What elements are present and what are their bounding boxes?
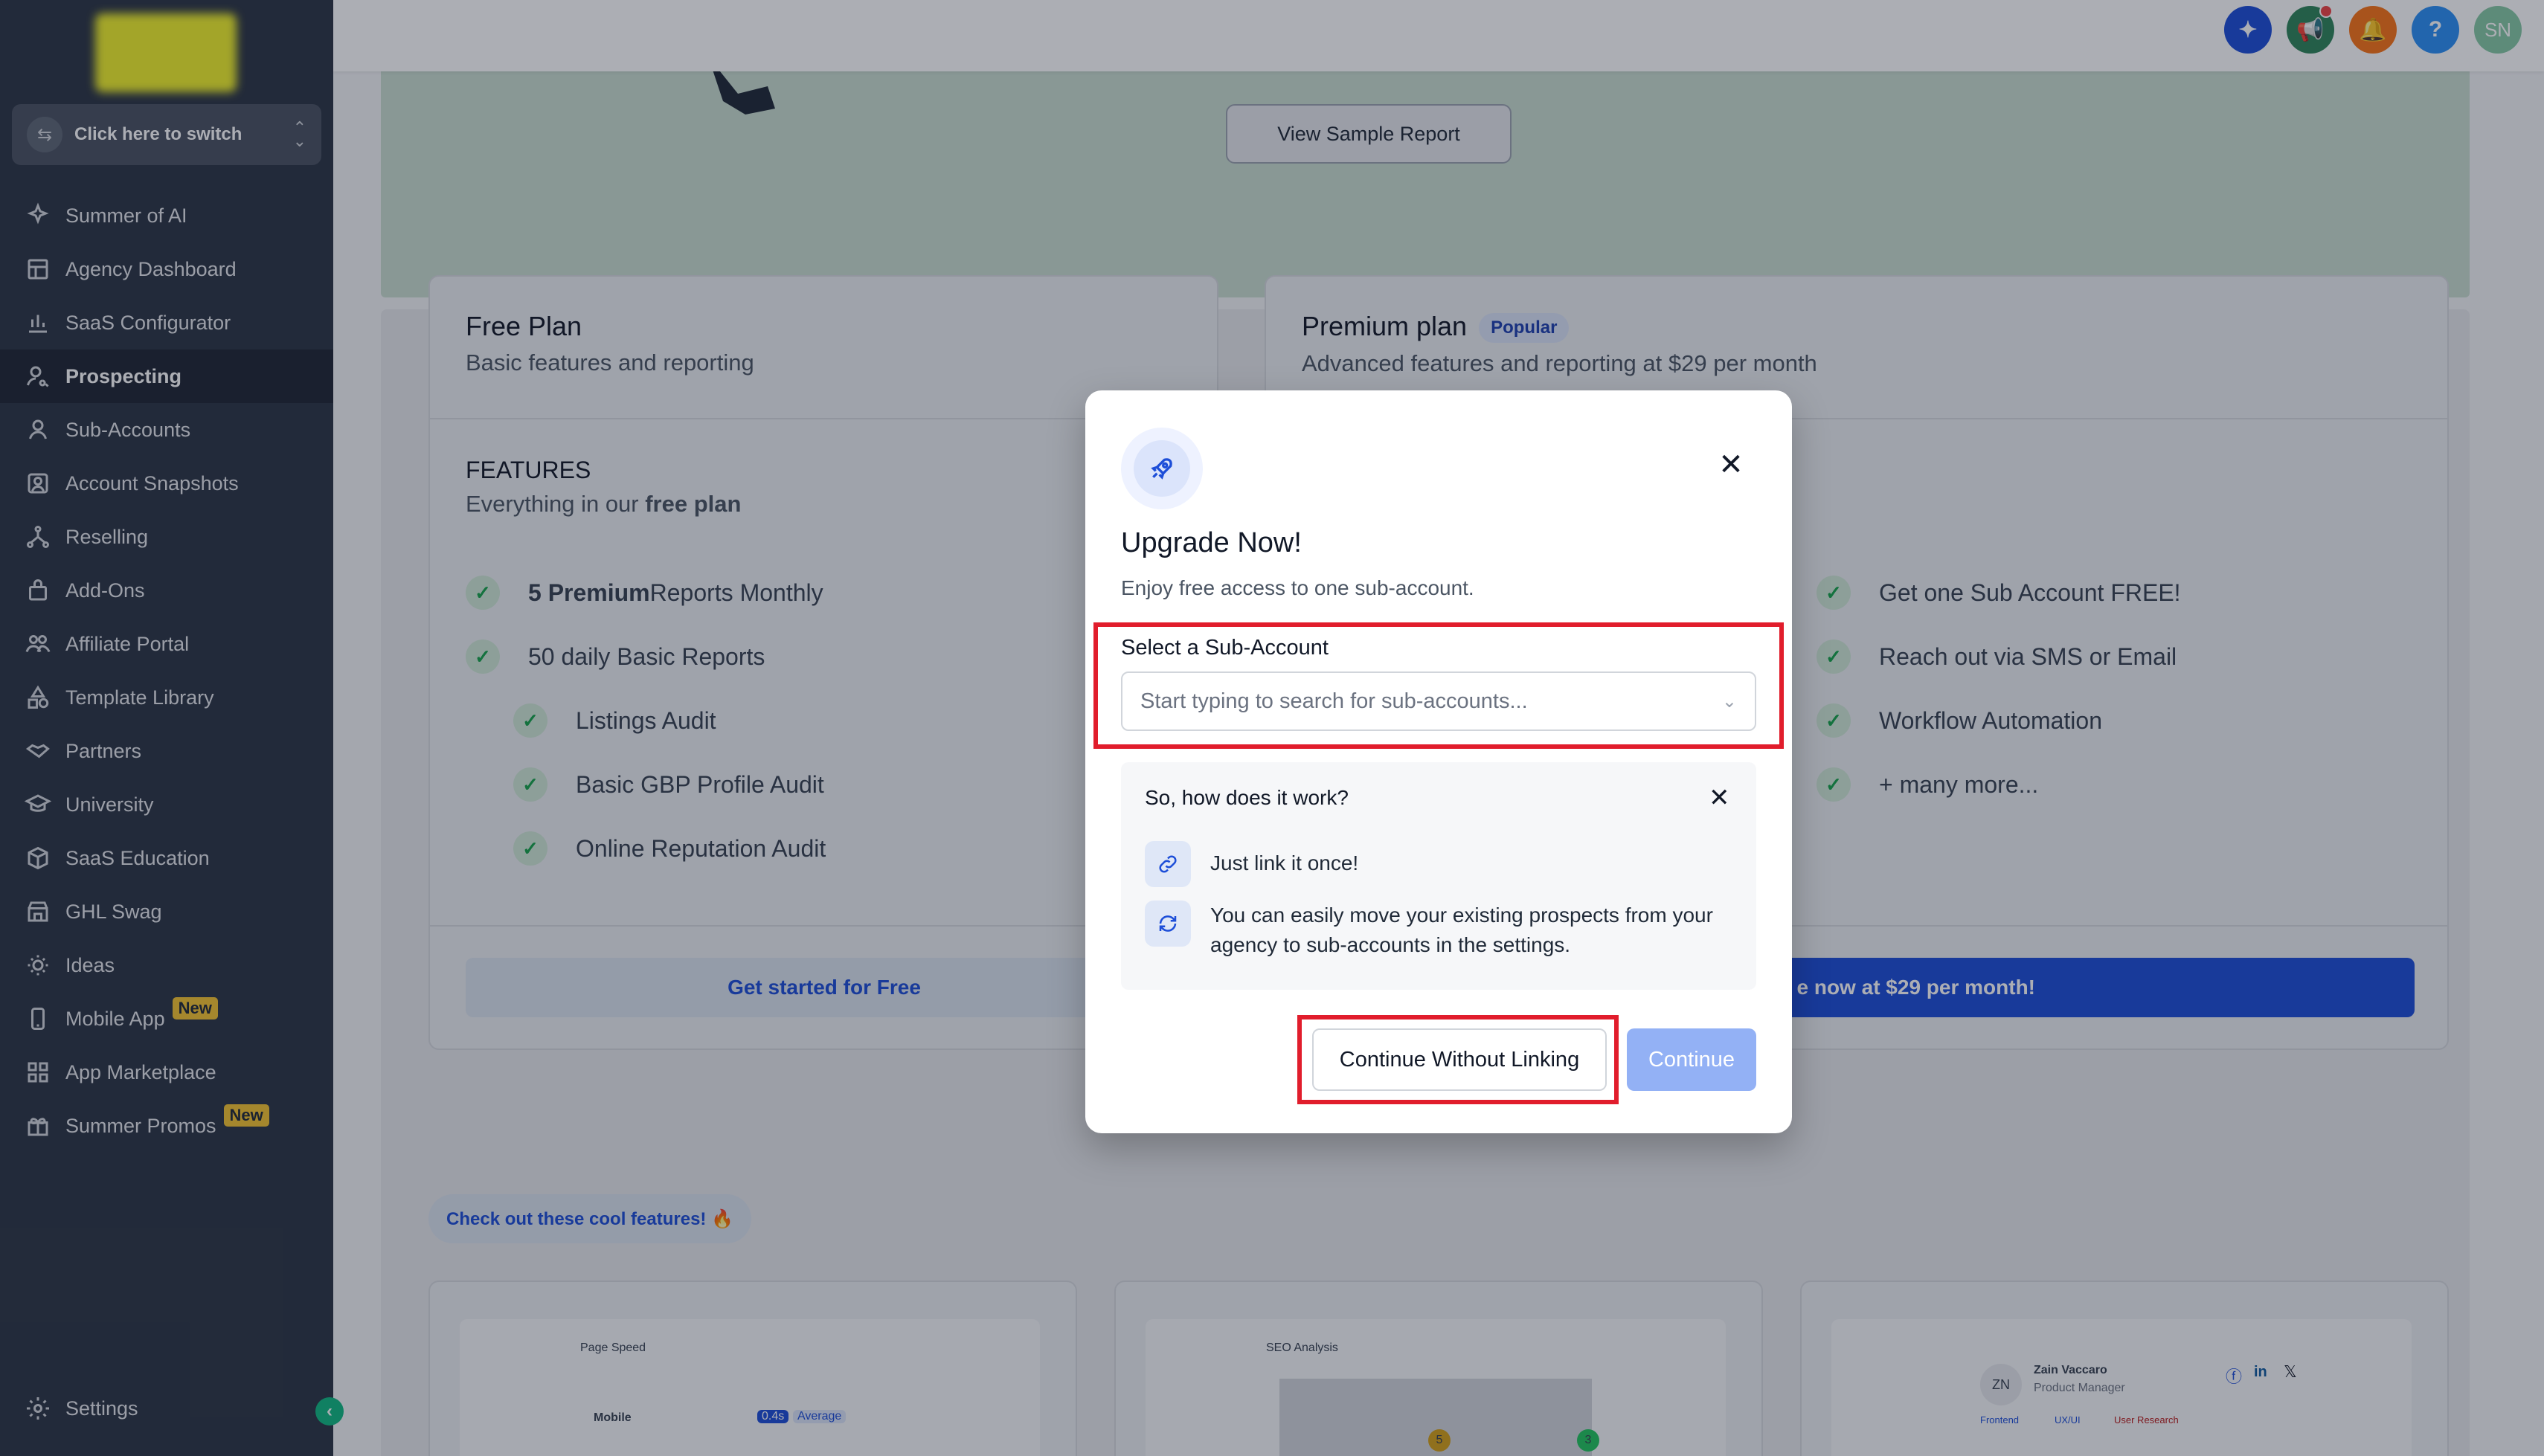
how-it-works-row: You can easily move your existing prospe… (1145, 901, 1731, 960)
close-icon: ✕ (1709, 784, 1730, 812)
how-it-works-row: Just link it once! (1145, 841, 1358, 887)
continue-button[interactable]: Continue (1627, 1028, 1756, 1091)
close-how-it-works-button[interactable]: ✕ (1709, 783, 1730, 813)
how-it-works-title: So, how does it work? (1145, 786, 1349, 809)
continue-without-linking-button[interactable]: Continue Without Linking (1312, 1028, 1607, 1091)
close-modal-button[interactable]: ✕ (1713, 447, 1749, 483)
select-placeholder: Start typing to search for sub-accounts.… (1140, 689, 1528, 713)
refresh-icon (1145, 901, 1191, 947)
modal-title: Upgrade Now! (1121, 527, 1302, 558)
how-it-works-text: Just link it once! (1210, 851, 1359, 874)
rocket-icon (1134, 440, 1190, 497)
rocket-icon-badge (1121, 428, 1203, 509)
link-icon (1145, 841, 1191, 887)
upgrade-modal: ✕ Upgrade Now! Enjoy free access to one … (1085, 390, 1792, 1133)
modal-subtitle: Enjoy free access to one sub-account. (1121, 576, 1474, 599)
close-icon: ✕ (1718, 448, 1744, 481)
how-it-works-panel: So, how does it work? ✕ Just link it onc… (1121, 762, 1756, 990)
sub-account-label: Select a Sub-Account (1121, 636, 1329, 660)
how-it-works-text: You can easily move your existing prospe… (1210, 903, 1713, 956)
chevron-down-icon: ⌄ (1721, 691, 1737, 712)
sub-account-search-select[interactable]: Start typing to search for sub-accounts.… (1121, 671, 1756, 731)
